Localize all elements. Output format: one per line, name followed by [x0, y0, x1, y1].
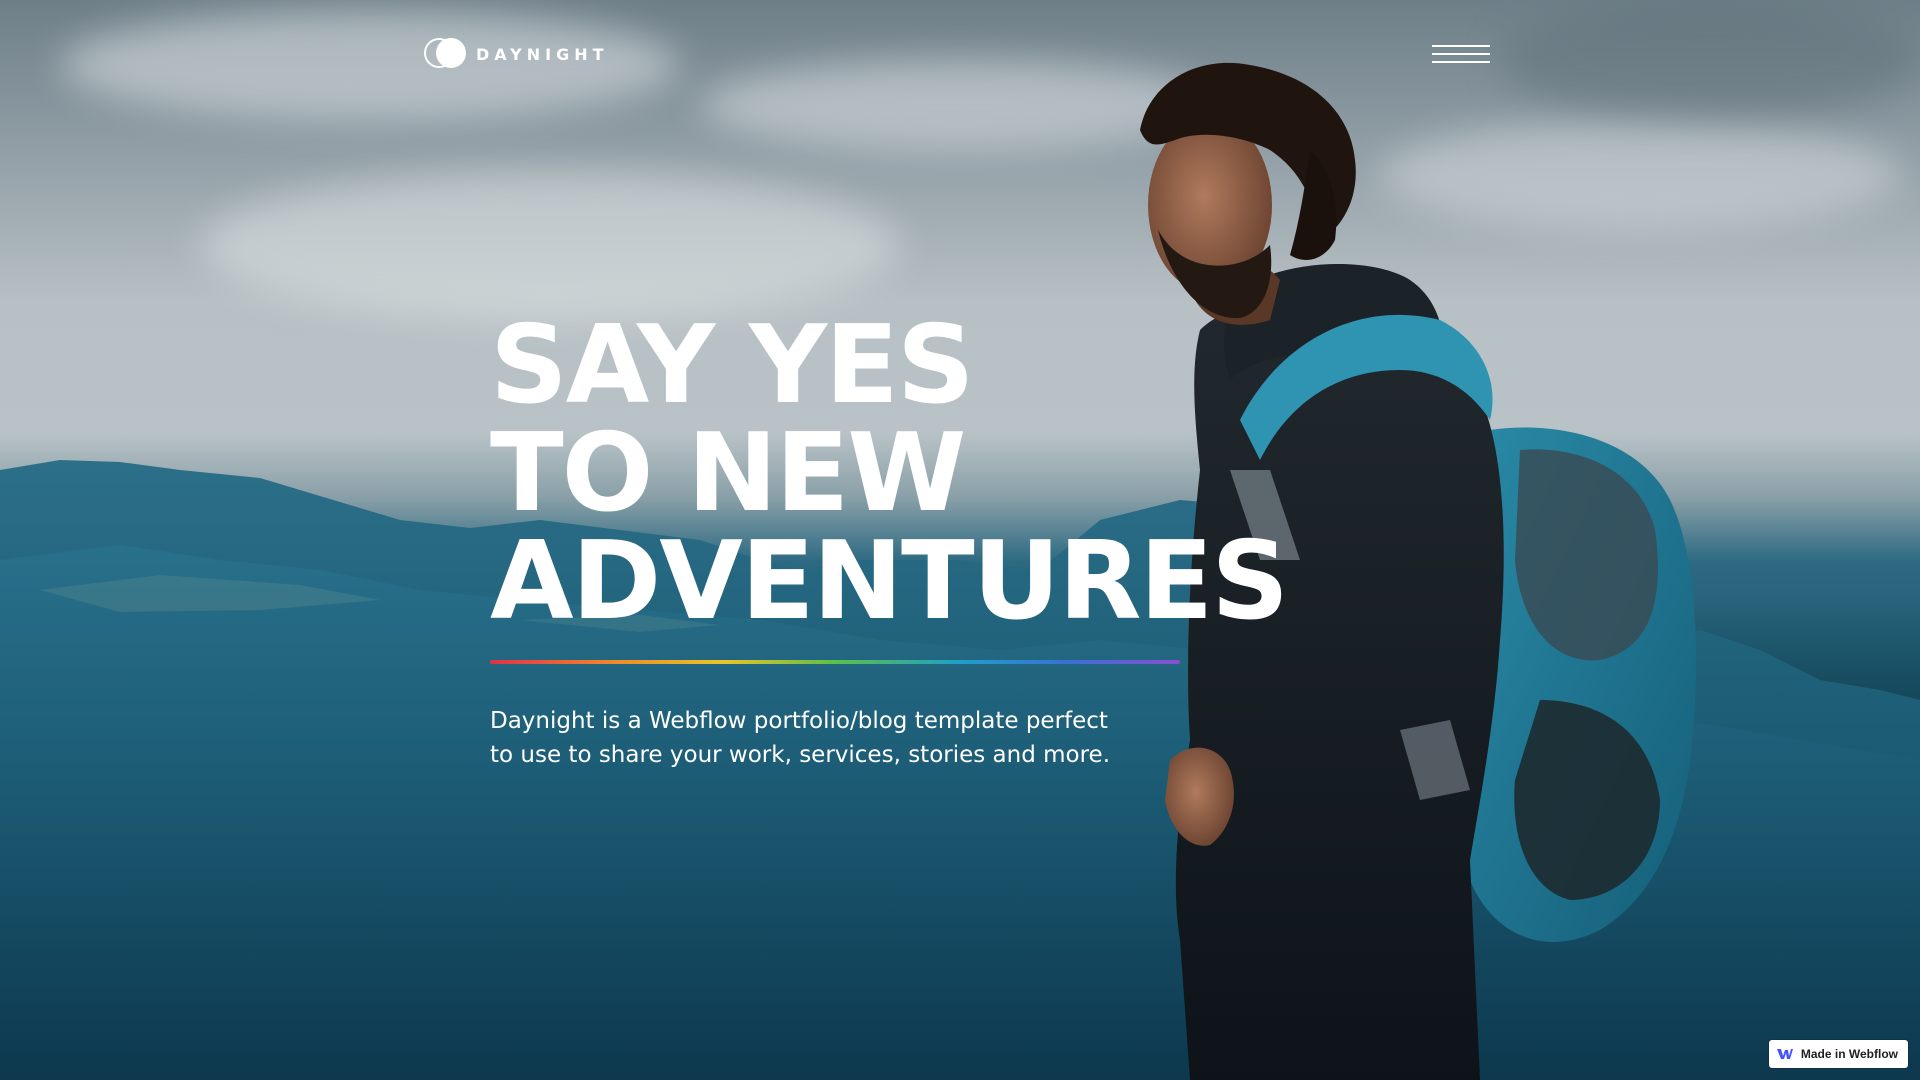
- headline-line: SAY YES: [490, 303, 975, 428]
- rainbow-divider: [490, 660, 1180, 664]
- brand-name: DAYNIGHT: [476, 44, 609, 64]
- hamburger-menu-button[interactable]: [1432, 40, 1490, 68]
- hero-section: DAYNIGHT SAY YES TO NEW ADVENTURES Dayni…: [0, 0, 1920, 1080]
- headline-line: TO NEW: [490, 411, 966, 536]
- webflow-logo-icon: [1776, 1049, 1793, 1059]
- headline-line: ADVENTURES: [490, 519, 1289, 644]
- hero-content: SAY YES TO NEW ADVENTURES Daynight is a …: [490, 312, 1390, 795]
- hero-headline: SAY YES TO NEW ADVENTURES: [490, 312, 1390, 636]
- day-night-circles-icon: [424, 38, 466, 70]
- top-navigation: DAYNIGHT: [424, 36, 1490, 72]
- made-in-webflow-badge[interactable]: Made in Webflow: [1768, 1040, 1908, 1068]
- badge-label: Made in Webflow: [1800, 1047, 1898, 1061]
- hero-tagline: Daynight is a Webflow portfolio/blog tem…: [490, 708, 1111, 768]
- brand-logo-link[interactable]: DAYNIGHT: [424, 38, 609, 70]
